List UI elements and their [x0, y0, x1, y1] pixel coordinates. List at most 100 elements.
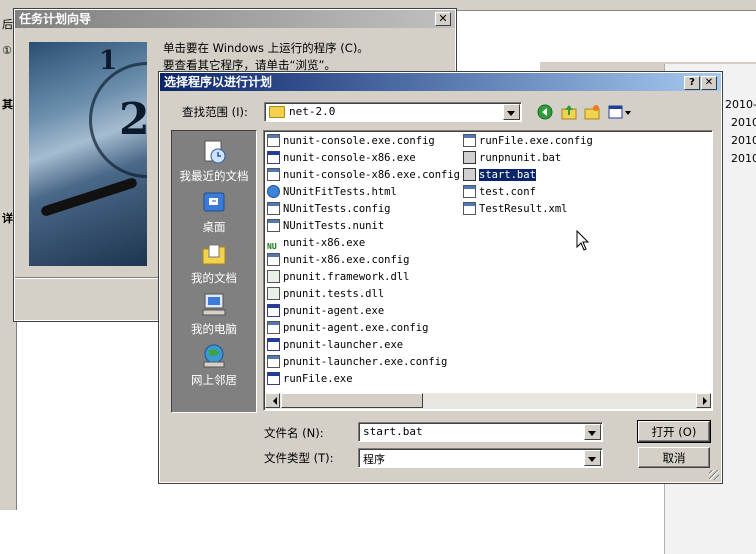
places-bar: 我最近的文档 桌面 我的文档 我的电脑 网上邻居	[171, 130, 257, 413]
help-button[interactable]: ?	[684, 76, 700, 90]
my-documents-icon	[202, 244, 226, 265]
view-menu-icon[interactable]	[608, 104, 632, 120]
new-folder-icon[interactable]	[584, 104, 600, 120]
file-item[interactable]: nunit-x86.exe.config	[267, 253, 409, 268]
file-item[interactable]: pnunit-agent.exe.config	[267, 321, 428, 336]
dll-file-icon	[267, 287, 280, 300]
horizontal-scrollbar[interactable]	[265, 393, 711, 409]
batch-file-icon	[463, 151, 476, 164]
exe-file-icon	[267, 151, 280, 164]
config-file-icon	[267, 168, 280, 181]
filename-value: start.bat	[363, 425, 423, 438]
wizard-banner-image: 2 1	[29, 42, 147, 266]
file-item[interactable]: pnunit-launcher.exe	[267, 338, 403, 353]
network-places-icon	[203, 344, 225, 368]
exe-file-icon	[267, 372, 280, 385]
place-recent-documents[interactable]: 我最近的文档	[172, 138, 256, 184]
config-file-icon	[267, 219, 280, 232]
config-file-icon	[267, 134, 280, 147]
exe-file-icon	[267, 338, 280, 351]
file-item[interactable]: TestResult.xml	[463, 202, 568, 217]
back-icon[interactable]	[537, 104, 553, 120]
bg-label: ①	[2, 44, 12, 57]
file-item[interactable]: test.conf	[463, 185, 536, 200]
file-item[interactable]: runFile.exe	[267, 372, 353, 387]
file-item[interactable]: pnunit.framework.dll	[267, 270, 409, 285]
dialog-title: 选择程序以进行计划	[164, 75, 273, 89]
config-file-icon	[267, 253, 280, 266]
place-label: 我的电脑	[191, 322, 237, 336]
scroll-left-arrow-icon[interactable]	[265, 393, 280, 408]
file-item-selected[interactable]: start.bat	[463, 168, 537, 183]
file-item[interactable]: NUnitTests.nunit	[267, 219, 384, 234]
file-item[interactable]: pnunit-agent.exe	[267, 304, 384, 319]
lookin-combobox[interactable]: net-2.0	[264, 102, 522, 122]
scroll-right-arrow-icon[interactable]	[696, 393, 711, 408]
file-item[interactable]: runFile.exe.config	[463, 134, 593, 149]
folder-icon	[269, 106, 285, 118]
bg-date: 2010	[731, 116, 756, 129]
filetype-label: 文件类型 (T):	[264, 451, 334, 465]
config-file-icon	[463, 185, 476, 198]
filetype-select[interactable]: 程序	[358, 448, 603, 468]
config-file-icon	[267, 321, 280, 334]
wizard-instruction: 单击要在 Windows 上运行的程序 (C)。	[163, 41, 369, 55]
wizard-titlebar: 任务计划向导	[15, 10, 455, 28]
recent-docs-icon	[204, 140, 226, 164]
bg-date: 2010-	[725, 98, 756, 111]
wizard-title: 任务计划向导	[19, 12, 92, 26]
chevron-down-icon[interactable]	[584, 424, 601, 440]
clock-numeral-graphic: 2	[119, 94, 147, 145]
bg-label: 后	[2, 18, 13, 31]
bg-label: 其	[2, 98, 13, 111]
dll-file-icon	[267, 270, 280, 283]
dialog-close-button[interactable]: ✕	[701, 76, 717, 90]
html-file-icon	[267, 185, 280, 198]
open-button[interactable]: 打开 (O)	[637, 420, 711, 443]
up-folder-icon[interactable]	[561, 104, 577, 120]
filename-label: 文件名 (N):	[264, 426, 324, 440]
scrollbar-thumb[interactable]	[281, 393, 423, 408]
my-computer-icon	[202, 293, 226, 316]
file-item[interactable]: nunit-console-x86.exe.config	[267, 168, 460, 183]
file-item[interactable]: NUnitFitTests.html	[267, 185, 397, 200]
filetype-value: 程序	[363, 453, 385, 466]
file-item[interactable]: NU nunit-x86.exe	[267, 236, 365, 251]
file-item[interactable]: pnunit.tests.dll	[267, 287, 384, 302]
place-my-documents[interactable]: 我的文档	[172, 240, 256, 286]
file-item[interactable]: pnunit-launcher.exe.config	[267, 355, 447, 370]
dialog-titlebar: 选择程序以进行计划	[160, 73, 721, 91]
wizard-instruction: 要查看其它程序，请单击“浏览”。	[163, 58, 336, 72]
place-label: 网上邻居	[191, 373, 237, 387]
file-list[interactable]: nunit-console.exe.config nunit-console-x…	[263, 130, 713, 411]
config-file-icon	[463, 134, 476, 147]
place-label: 我最近的文档	[179, 169, 249, 183]
cancel-button[interactable]: 取消	[638, 447, 710, 468]
chevron-down-icon[interactable]	[503, 104, 520, 120]
desktop-icon	[203, 192, 225, 212]
bg-date: 2010	[731, 152, 756, 165]
chevron-down-icon[interactable]	[584, 450, 601, 466]
place-desktop[interactable]: 桌面	[172, 189, 256, 235]
fountain-pen-graphic	[39, 176, 139, 218]
nunit-app-icon: NU	[267, 242, 277, 251]
resize-grip[interactable]	[709, 470, 719, 480]
place-network[interactable]: 网上邻居	[172, 342, 256, 388]
bg-date: 2010	[731, 134, 756, 147]
filename-input[interactable]: start.bat	[358, 422, 603, 442]
batch-file-icon	[463, 168, 476, 181]
config-file-icon	[463, 202, 476, 215]
exe-file-icon	[267, 304, 280, 317]
mouse-cursor-icon	[576, 230, 590, 251]
place-label: 桌面	[202, 220, 226, 234]
place-my-computer[interactable]: 我的电脑	[172, 291, 256, 337]
place-label: 我的文档	[191, 271, 237, 285]
file-item[interactable]: NUnitTests.config	[267, 202, 390, 217]
select-program-dialog: 选择程序以进行计划 ? ✕ 查找范围 (I): net-2.0 我最近的文档 桌…	[158, 71, 723, 484]
lookin-label: 查找范围 (I):	[182, 105, 248, 119]
config-file-icon	[267, 202, 280, 215]
file-item[interactable]: nunit-console-x86.exe	[267, 151, 416, 166]
file-item[interactable]: runpnunit.bat	[463, 151, 561, 166]
file-item[interactable]: nunit-console.exe.config	[267, 134, 435, 149]
wizard-close-button[interactable]: ✕	[435, 12, 451, 26]
